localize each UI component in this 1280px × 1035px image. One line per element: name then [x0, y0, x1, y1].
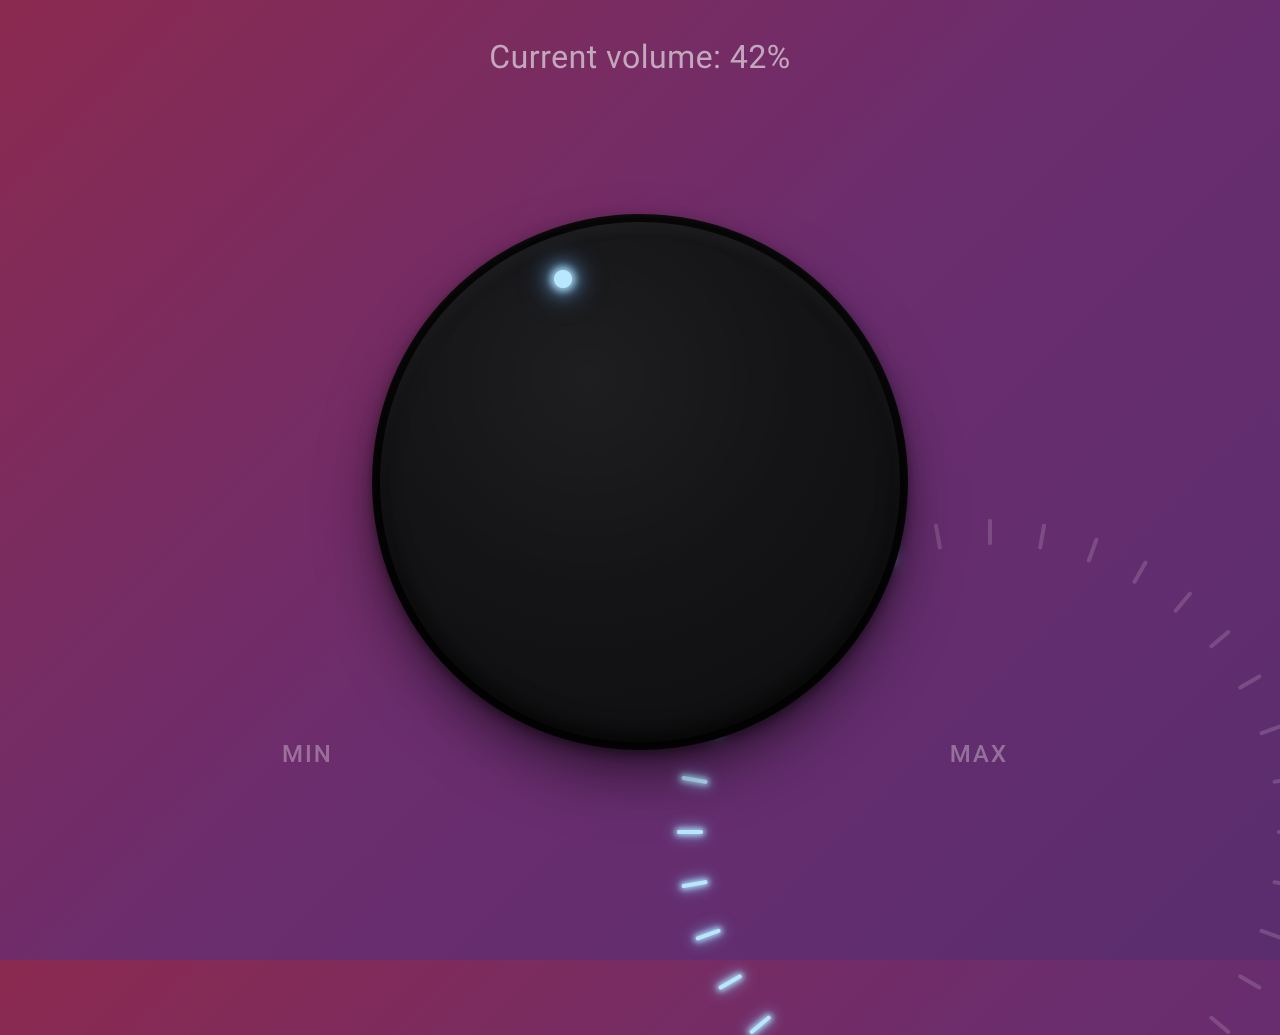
- knob-tick: [695, 928, 721, 941]
- knob-tick: [677, 830, 703, 834]
- knob-tick: [1038, 523, 1046, 549]
- knob-tick: [1173, 591, 1193, 613]
- knob-tick: [934, 523, 942, 549]
- knob-tick: [1209, 629, 1231, 649]
- knob-tick: [1209, 1015, 1231, 1035]
- knob-tick: [988, 519, 992, 545]
- volume-knob[interactable]: [380, 222, 900, 742]
- knob-container: MIN MAX: [290, 132, 990, 832]
- knob-tick: [718, 974, 743, 990]
- knob-tick: [1259, 928, 1280, 941]
- knob-tick: [749, 1015, 771, 1035]
- knob-max-label: MAX: [950, 740, 1008, 768]
- knob-indicator-dot: [554, 270, 572, 288]
- knob-tick: [1272, 776, 1280, 784]
- volume-readout: Current volume: 42%: [489, 38, 790, 76]
- knob-tick: [1238, 974, 1263, 990]
- knob-tick: [681, 776, 707, 784]
- knob-tick: [681, 880, 707, 888]
- knob-tick: [1132, 560, 1148, 585]
- knob-tick: [1238, 674, 1263, 690]
- knob-tick: [1259, 723, 1280, 736]
- knob-tick: [1086, 537, 1099, 563]
- knob-tick: [1272, 880, 1280, 888]
- knob-min-label: MIN: [282, 740, 333, 768]
